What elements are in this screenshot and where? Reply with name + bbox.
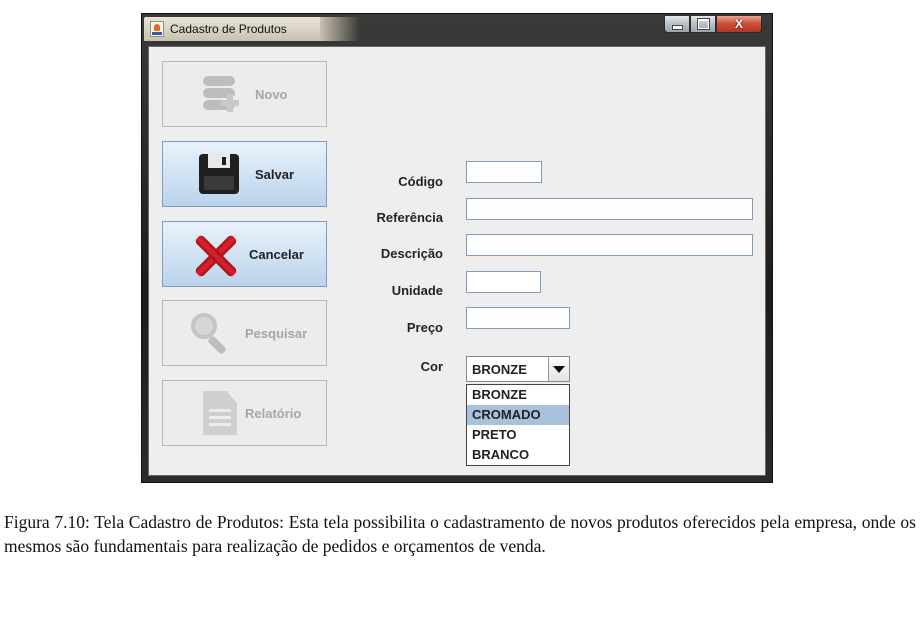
referencia-label: Referência	[376, 210, 443, 225]
novo-label: Novo	[255, 86, 288, 102]
unidade-field[interactable]	[466, 271, 541, 293]
cancelar-label: Cancelar	[249, 246, 304, 262]
dropdown-option[interactable]: PRETO	[467, 425, 569, 445]
title-area: Cadastro de Produtos	[144, 17, 360, 41]
pesquisar-button[interactable]: Pesquisar	[162, 300, 327, 366]
codigo-field[interactable]	[466, 161, 542, 183]
pesquisar-label: Pesquisar	[245, 325, 308, 341]
dropdown-option-highlighted[interactable]: CROMADO	[467, 405, 569, 425]
title-bar[interactable]: Cadastro de Produtos X	[142, 14, 772, 44]
minimize-button[interactable]	[664, 15, 690, 33]
maximize-icon	[697, 19, 709, 29]
codigo-label: Código	[398, 174, 443, 189]
magnifier-icon	[185, 309, 237, 357]
preco-field[interactable]	[466, 307, 570, 329]
relatorio-label: Relatório	[245, 405, 302, 421]
figure-caption: Figura 7.10: Tela Cadastro de Produtos: …	[4, 512, 916, 556]
unidade-label: Unidade	[391, 283, 443, 298]
salvar-label: Salvar	[255, 166, 295, 182]
window-controls: X	[664, 15, 762, 33]
salvar-button[interactable]: Salvar	[162, 141, 327, 207]
cor-combobox[interactable]: BRONZE	[466, 356, 570, 382]
novo-button[interactable]: Novo	[162, 61, 327, 127]
database-add-icon	[193, 70, 245, 118]
app-window: Cadastro de Produtos X Novo Salvar Cance…	[141, 13, 773, 483]
cor-label: Cor	[420, 359, 443, 374]
cancelar-button[interactable]: Cancelar	[162, 221, 327, 287]
close-icon: X	[734, 17, 743, 31]
chevron-down-icon	[553, 365, 565, 373]
document-icon	[193, 389, 245, 437]
cor-dropdown-list: BRONZE CROMADO PRETO BRANCO	[466, 384, 570, 466]
window-content: Novo Salvar Cancelar Pesquisar Relatório…	[148, 46, 766, 476]
close-button[interactable]: X	[716, 15, 762, 33]
relatorio-button[interactable]: Relatório	[162, 380, 327, 446]
minimize-icon	[671, 24, 683, 30]
dropdown-arrow-button[interactable]	[548, 357, 569, 381]
java-app-icon	[150, 21, 164, 37]
referencia-field[interactable]	[466, 198, 753, 220]
descricao-label: Descrição	[380, 246, 443, 261]
floppy-disk-icon	[193, 150, 245, 198]
dropdown-option[interactable]: BRANCO	[467, 445, 569, 465]
dropdown-option[interactable]: BRONZE	[467, 385, 569, 405]
window-title: Cadastro de Produtos	[170, 22, 287, 36]
preco-label: Preço	[406, 320, 443, 335]
cor-selected-value: BRONZE	[472, 361, 527, 377]
descricao-field[interactable]	[466, 234, 753, 256]
red-x-icon	[189, 230, 241, 278]
maximize-button[interactable]	[690, 15, 716, 33]
